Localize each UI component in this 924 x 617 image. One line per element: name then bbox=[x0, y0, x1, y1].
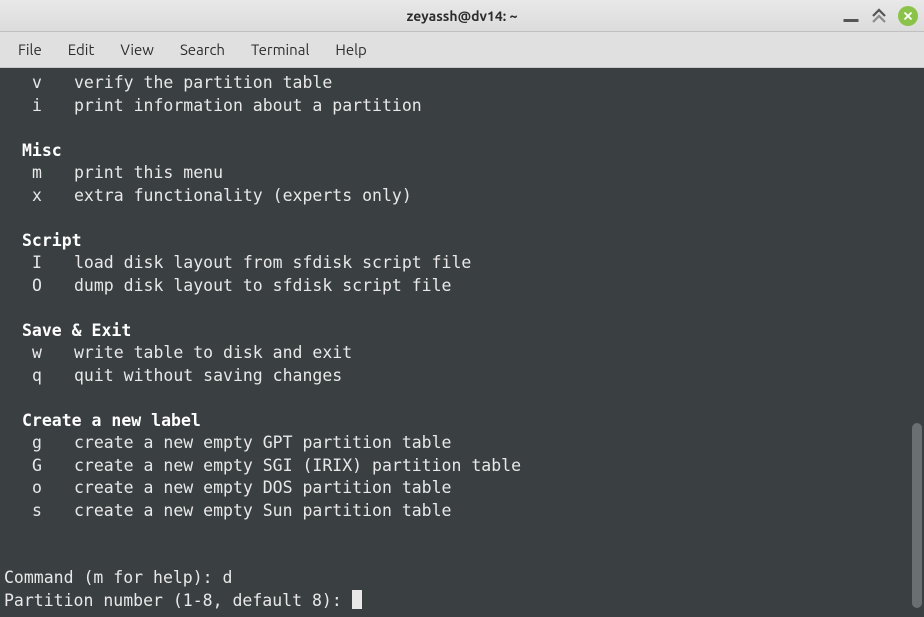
titlebar-controls bbox=[842, 6, 918, 26]
maximize-icon bbox=[870, 7, 888, 25]
close-button[interactable] bbox=[898, 6, 918, 26]
cmd-key: G bbox=[4, 455, 74, 478]
menu-file[interactable]: File bbox=[8, 37, 52, 62]
cmd-desc: quit without saving changes bbox=[74, 366, 342, 385]
cmd-key: s bbox=[4, 500, 74, 523]
section-heading-save-exit: Save & Exit bbox=[4, 320, 920, 343]
cmd-desc: create a new empty SGI (IRIX) partition … bbox=[74, 456, 521, 475]
close-icon bbox=[903, 11, 913, 21]
section-heading-misc: Misc bbox=[4, 140, 920, 163]
cmd-key: O bbox=[4, 275, 74, 298]
cmd-key: x bbox=[4, 185, 74, 208]
cmd-key: q bbox=[4, 365, 74, 388]
scrollbar-thumb[interactable] bbox=[912, 423, 922, 608]
menu-search[interactable]: Search bbox=[170, 37, 235, 62]
cmd-desc: load disk layout from sfdisk script file bbox=[74, 253, 471, 272]
menubar: File Edit View Search Terminal Help bbox=[0, 32, 924, 68]
menu-help[interactable]: Help bbox=[325, 37, 376, 62]
cmd-key: I bbox=[4, 252, 74, 275]
cmd-desc: create a new empty GPT partition table bbox=[74, 433, 452, 452]
cmd-key: o bbox=[4, 477, 74, 500]
terminal-output[interactable]: vverify the partition tableiprint inform… bbox=[0, 68, 924, 617]
section-heading-create-label: Create a new label bbox=[4, 410, 920, 433]
cmd-key: w bbox=[4, 342, 74, 365]
cmd-desc: extra functionality (experts only) bbox=[74, 186, 412, 205]
menu-terminal[interactable]: Terminal bbox=[241, 37, 319, 62]
maximize-button[interactable] bbox=[870, 7, 888, 25]
cursor-icon bbox=[352, 590, 362, 609]
titlebar: zeyassh@dv14: ~ bbox=[0, 0, 924, 32]
cmd-key: g bbox=[4, 432, 74, 455]
cmd-desc: print this menu bbox=[74, 163, 223, 182]
cmd-key: m bbox=[4, 162, 74, 185]
cmd-desc: create a new empty DOS partition table bbox=[74, 478, 452, 497]
cmd-key: i bbox=[4, 95, 74, 118]
prompt-partition-label: Partition number (1-8, default 8): bbox=[4, 591, 352, 610]
cmd-desc: print information about a partition bbox=[74, 96, 422, 115]
cmd-key: v bbox=[4, 72, 74, 95]
prompt-command-label: Command (m for help): bbox=[4, 568, 223, 587]
minimize-icon bbox=[842, 7, 860, 25]
cmd-desc: create a new empty Sun partition table bbox=[74, 501, 452, 520]
minimize-button[interactable] bbox=[842, 7, 860, 25]
cmd-desc: verify the partition table bbox=[74, 73, 332, 92]
section-heading-script: Script bbox=[4, 230, 920, 253]
cmd-desc: dump disk layout to sfdisk script file bbox=[74, 276, 452, 295]
terminal-content: vverify the partition tableiprint inform… bbox=[4, 72, 920, 612]
prompt-command-input: d bbox=[223, 568, 233, 587]
menu-edit[interactable]: Edit bbox=[58, 37, 105, 62]
menu-view[interactable]: View bbox=[110, 37, 164, 62]
window-title: zeyassh@dv14: ~ bbox=[407, 8, 518, 24]
cmd-desc: write table to disk and exit bbox=[74, 343, 352, 362]
